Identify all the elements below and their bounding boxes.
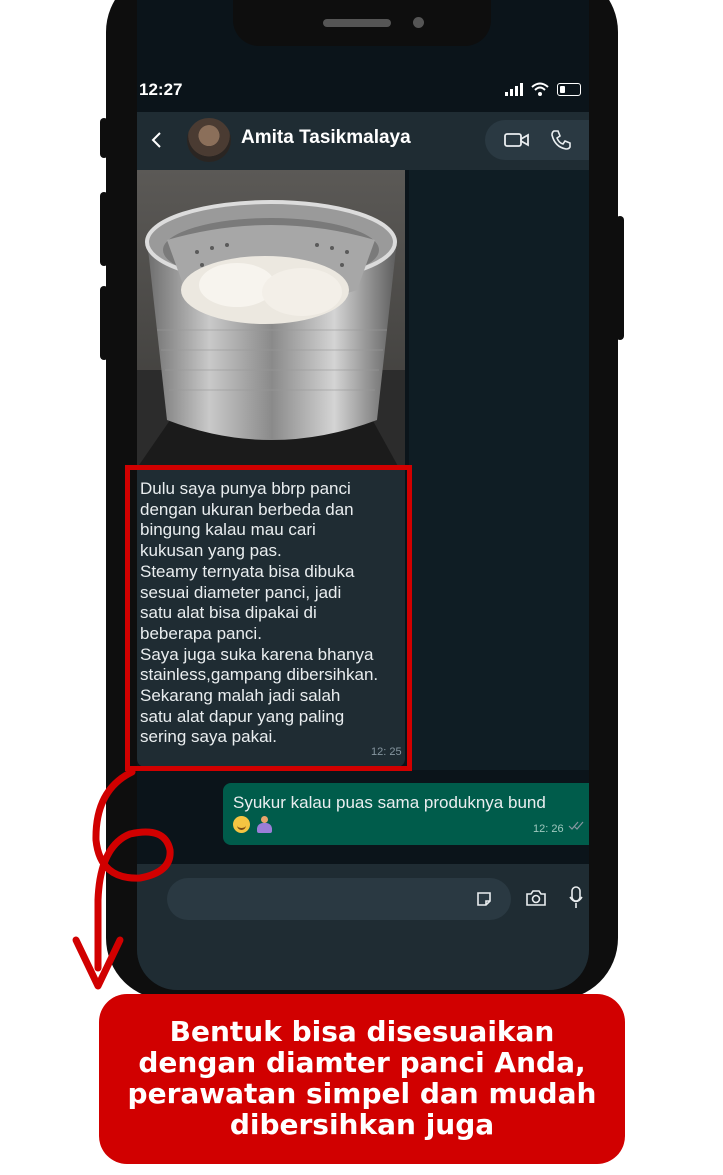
contact-name[interactable]: Amita Tasikmalaya — [241, 127, 411, 149]
outgoing-message-bubble[interactable]: Syukur kalau puas sama produknya bund 12… — [223, 783, 589, 845]
outgoing-message-time: 12: 26 — [533, 823, 564, 835]
smiling-face-emoji — [233, 816, 250, 833]
chat-wallpaper — [409, 170, 589, 770]
voice-call-icon[interactable] — [549, 128, 573, 152]
caption-box: Bentuk bisa disesuaikan dengan diamter p… — [99, 994, 625, 1164]
phone-volume-up — [100, 192, 108, 266]
status-time: 12:27 — [139, 80, 183, 99]
read-ticks-icon — [568, 821, 584, 830]
phone-notch — [233, 0, 491, 46]
avatar[interactable] — [187, 118, 231, 162]
message-input-bar — [137, 864, 589, 990]
message-input[interactable] — [167, 878, 511, 920]
front-camera — [413, 17, 424, 28]
phone-power-button — [616, 216, 624, 340]
sticker-icon[interactable] — [475, 890, 493, 908]
outgoing-message-emoji — [233, 816, 273, 833]
mic-icon[interactable] — [569, 886, 583, 910]
chat-header: Amita Tasikmalaya — [137, 112, 589, 170]
battery-icon — [557, 82, 581, 96]
phone-mute-switch — [100, 118, 108, 158]
folded-hands-emoji — [256, 816, 273, 833]
message-photo[interactable] — [137, 170, 405, 468]
camera-icon[interactable] — [525, 888, 547, 908]
status-bar: 12:27 — [137, 76, 589, 104]
outgoing-message-text: Syukur kalau puas sama produknya bund — [233, 793, 546, 812]
wifi-icon — [531, 82, 549, 96]
back-icon[interactable] — [145, 128, 169, 152]
steamer-pot-photo — [137, 170, 405, 468]
video-call-icon[interactable] — [503, 130, 531, 150]
status-icons — [505, 82, 581, 96]
speaker-grille — [323, 19, 391, 27]
phone-volume-down — [100, 286, 108, 360]
signal-icon — [505, 82, 523, 96]
call-actions — [485, 120, 589, 160]
highlight-box — [125, 465, 412, 771]
caption-text: Bentuk bisa disesuaikan dengan diamter p… — [127, 1015, 597, 1141]
